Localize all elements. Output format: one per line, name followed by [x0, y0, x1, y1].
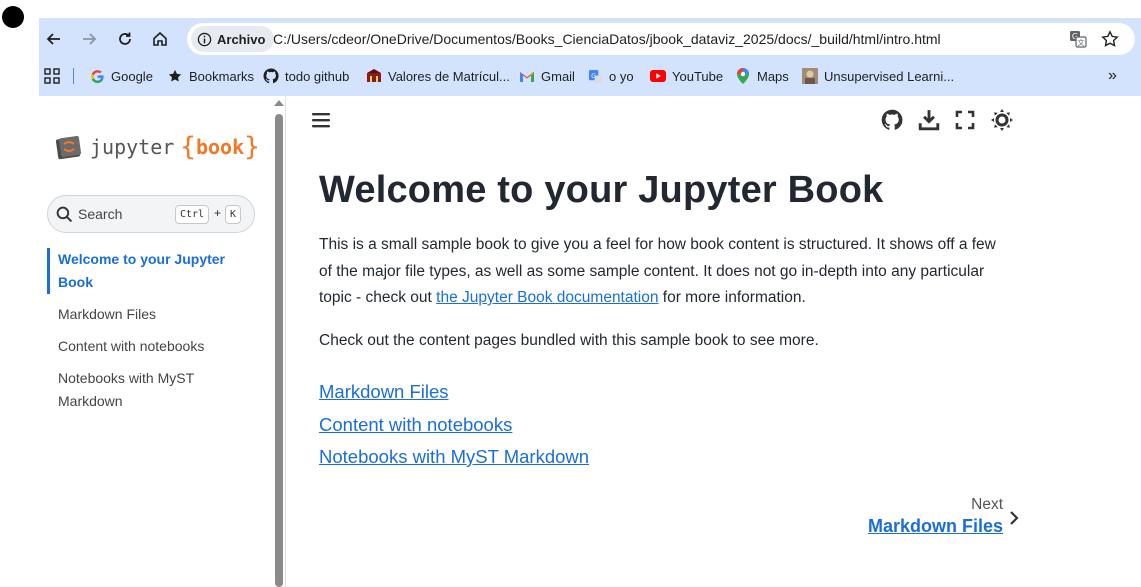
logo-brace-left: {: [180, 132, 196, 162]
logo-book-text: book: [195, 135, 245, 159]
google-icon: [89, 68, 105, 84]
bookmark-youtube[interactable]: YouTube: [650, 66, 723, 86]
translate-icon: G文: [1070, 31, 1087, 48]
gmail-icon: [519, 68, 535, 84]
next-page-link[interactable]: Next Markdown Files: [719, 496, 1119, 546]
bookmark-google[interactable]: Google: [89, 66, 153, 86]
home-icon: [153, 31, 167, 46]
address-bar[interactable]: Archivo C:/Users/cdeor/OneDrive/Document…: [187, 23, 1135, 55]
bookmarks-separator: [73, 68, 74, 84]
bookmark-label: Bookmarks: [189, 68, 255, 84]
bookmark-bookmarks[interactable]: Bookmarks: [167, 66, 254, 86]
url-text[interactable]: C:/Users/cdeor/OneDrive/Documentos/Books…: [273, 31, 941, 47]
theme-toggle-button[interactable]: [990, 108, 1014, 132]
site-info-chip[interactable]: Archivo: [191, 26, 275, 52]
table-of-contents: Welcome to your Jupyter Book Markdown Fi…: [47, 248, 257, 422]
sun-theme-icon: [991, 109, 1013, 131]
bookmark-label: Gmail: [541, 68, 575, 84]
download-icon: [918, 110, 940, 131]
scroll-up-arrow-icon[interactable]: [274, 100, 284, 106]
book-logo-icon: [55, 135, 82, 160]
sidebar-divider: [285, 96, 286, 587]
content-links: Markdown Files Content with notebooks No…: [319, 376, 589, 474]
bookmark-label: o yo: [609, 68, 634, 84]
window-edge: [1133, 0, 1141, 18]
page-title: Welcome to your Jupyter Book: [319, 169, 884, 211]
toggle-sidebar-button[interactable]: [309, 108, 333, 132]
link-notebooks-with-myst[interactable]: Notebooks with MyST Markdown: [319, 441, 589, 474]
bookmarks-bar: Google Bookmarks todo github Valores de …: [39, 62, 1141, 90]
thumbnail-icon: [802, 68, 818, 84]
recording-indicator-dot: [2, 6, 24, 28]
forward-button[interactable]: [75, 25, 103, 53]
link-markdown-files[interactable]: Markdown Files: [319, 376, 589, 409]
logo-jupyter-text: jupyter: [90, 135, 175, 159]
toc-item-markdown-files[interactable]: Markdown Files: [47, 303, 257, 326]
next-title: Markdown Files: [867, 516, 1003, 536]
reload-icon: [119, 32, 131, 45]
apps-button[interactable]: [44, 66, 60, 86]
bookmark-label: Unsupervised Learni...: [824, 68, 955, 84]
search-button[interactable]: Search Ctrl + K: [47, 195, 255, 233]
toc-item-content-with-notebooks[interactable]: Content with notebooks: [47, 335, 257, 358]
browser-chrome: Archivo C:/Users/cdeor/OneDrive/Document…: [39, 18, 1141, 96]
toc-item-welcome[interactable]: Welcome to your Jupyter Book: [47, 248, 257, 294]
svg-text:文: 文: [1078, 38, 1085, 47]
star-outline-icon: [1101, 30, 1119, 47]
back-button[interactable]: [40, 25, 68, 53]
reload-button[interactable]: [111, 25, 139, 53]
jupyter-book-logo[interactable]: jupyter { book }: [54, 132, 260, 162]
maps-icon: [735, 68, 751, 84]
bookmark-maps[interactable]: Maps: [735, 66, 789, 86]
site-info-label: Archivo: [217, 31, 266, 47]
jupyter-book-docs-link[interactable]: the Jupyter Book documentation: [436, 289, 658, 306]
chevron-right-icon: [1010, 511, 1019, 525]
info-icon: [197, 32, 212, 46]
search-icon: [56, 206, 73, 223]
bookmark-label: todo github: [285, 68, 350, 84]
bookmark-star-button[interactable]: [1101, 30, 1119, 48]
bookmark-unsupervised[interactable]: Unsupervised Learni...: [802, 66, 954, 86]
sidebar-scrollbar-thumb[interactable]: [275, 114, 283, 587]
content-paragraph: Check out the content pages bundled with…: [319, 332, 819, 349]
apps-grid-icon: [44, 68, 60, 84]
toc-item-notebooks-with-myst[interactable]: Notebooks with MyST Markdown: [47, 367, 257, 413]
search-placeholder: Search: [78, 206, 123, 222]
chevron-double-right-icon: »: [1108, 67, 1117, 84]
bookmarks-overflow-button[interactable]: »: [1108, 66, 1117, 86]
fullscreen-button[interactable]: [953, 108, 977, 132]
bookmark-label: Google: [111, 68, 153, 84]
google-translate-icon: G: [587, 68, 603, 84]
bookmark-label: YouTube: [672, 68, 724, 84]
github-repo-button[interactable]: [880, 108, 904, 132]
intro-paragraph: This is a small sample book to give you …: [319, 232, 1009, 312]
menu-icon: [312, 113, 330, 128]
arrow-left-icon: [46, 33, 60, 45]
translate-button[interactable]: G文: [1069, 30, 1087, 48]
fullscreen-icon: [955, 110, 975, 130]
bookmark-todo-github[interactable]: todo github: [263, 66, 349, 86]
star-icon: [167, 68, 183, 84]
bookmark-label: Maps: [757, 68, 789, 84]
link-content-with-notebooks[interactable]: Content with notebooks: [319, 409, 589, 442]
arrow-right-icon: [83, 33, 97, 45]
kbd-ctrl: Ctrl: [175, 205, 210, 224]
bookmark-label: Valores de Matrícul...: [388, 68, 510, 84]
kbd-k: K: [225, 205, 242, 224]
github-icon: [881, 109, 903, 130]
home-button[interactable]: [146, 25, 174, 53]
bookmark-gmail[interactable]: Gmail: [519, 66, 575, 86]
page-viewport: jupyter { book } Search Ctrl + K Welcome…: [39, 96, 1141, 587]
github-icon: [263, 68, 279, 84]
bookmark-valores-matricula[interactable]: Valores de Matrícul...: [366, 66, 510, 86]
sidebar: jupyter { book } Search Ctrl + K Welcome…: [39, 96, 273, 587]
bookmark-o-yo[interactable]: G o yo: [587, 66, 634, 86]
logo-brace-right: }: [244, 132, 260, 162]
school-icon: [366, 68, 382, 84]
youtube-icon: [650, 68, 666, 84]
intro-text-after: for more information.: [658, 289, 806, 306]
kbd-plus: +: [214, 206, 222, 220]
download-button[interactable]: [917, 108, 941, 132]
next-label: Next: [971, 496, 1003, 513]
